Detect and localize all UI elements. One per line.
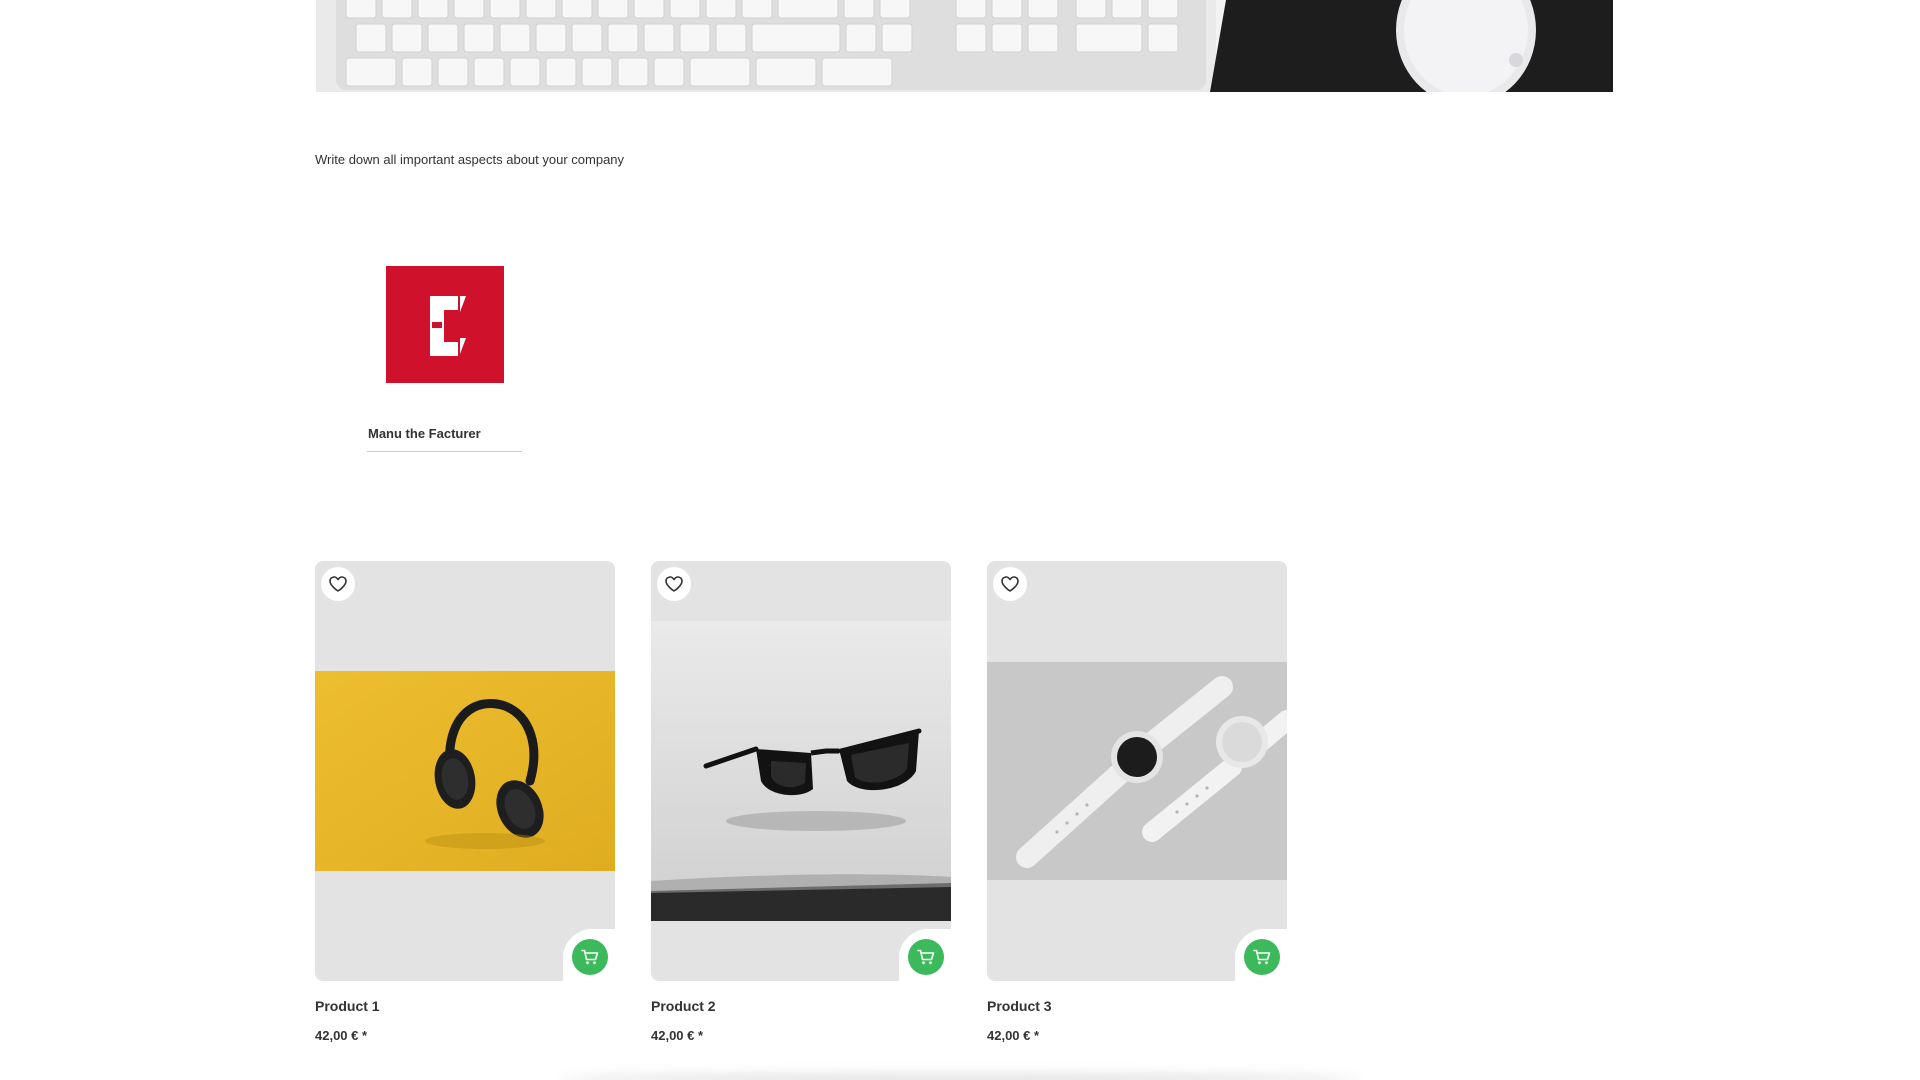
manufacturer-name[interactable]: Manu the Facturer	[368, 426, 481, 441]
product-card[interactable]: Product 3 42,00 € *	[987, 561, 1293, 1051]
smartwatches-image	[987, 662, 1287, 880]
hero-banner-image	[316, 0, 1613, 92]
headphones-image	[315, 671, 615, 871]
cart-icon	[581, 949, 599, 965]
product-image-frame[interactable]	[315, 561, 615, 981]
footer-shadow	[560, 1074, 1360, 1080]
product-image-frame[interactable]	[651, 561, 951, 981]
wishlist-button[interactable]	[321, 567, 355, 601]
product-price: 42,00 € *	[315, 1028, 368, 1043]
manufacturer-logo[interactable]	[386, 266, 504, 383]
product-card[interactable]: Product 1 42,00 € *	[315, 561, 621, 1051]
wishlist-button[interactable]	[993, 567, 1027, 601]
add-to-cart-button[interactable]	[908, 939, 944, 975]
product-price: 42,00 € *	[651, 1028, 704, 1043]
product-image-frame[interactable]	[987, 561, 1287, 981]
cart-icon	[917, 949, 935, 965]
wishlist-button[interactable]	[657, 567, 691, 601]
add-to-cart-button[interactable]	[572, 939, 608, 975]
product-listing-page: Write down all important aspects about y…	[0, 0, 1920, 1080]
heart-icon	[665, 576, 683, 592]
product-title[interactable]: Product 2	[651, 998, 716, 1014]
heart-icon	[1001, 576, 1019, 592]
heart-icon	[329, 576, 347, 592]
product-title[interactable]: Product 1	[315, 998, 380, 1014]
cart-icon	[1253, 949, 1271, 965]
company-description-text: Write down all important aspects about y…	[315, 152, 625, 167]
product-title[interactable]: Product 3	[987, 998, 1052, 1014]
product-price: 42,00 € *	[987, 1028, 1040, 1043]
add-to-cart-button[interactable]	[1244, 939, 1280, 975]
product-card[interactable]: Product 2 42,00 € *	[651, 561, 957, 1051]
manufacturer-divider	[367, 451, 522, 452]
sunglasses-image	[651, 621, 951, 921]
